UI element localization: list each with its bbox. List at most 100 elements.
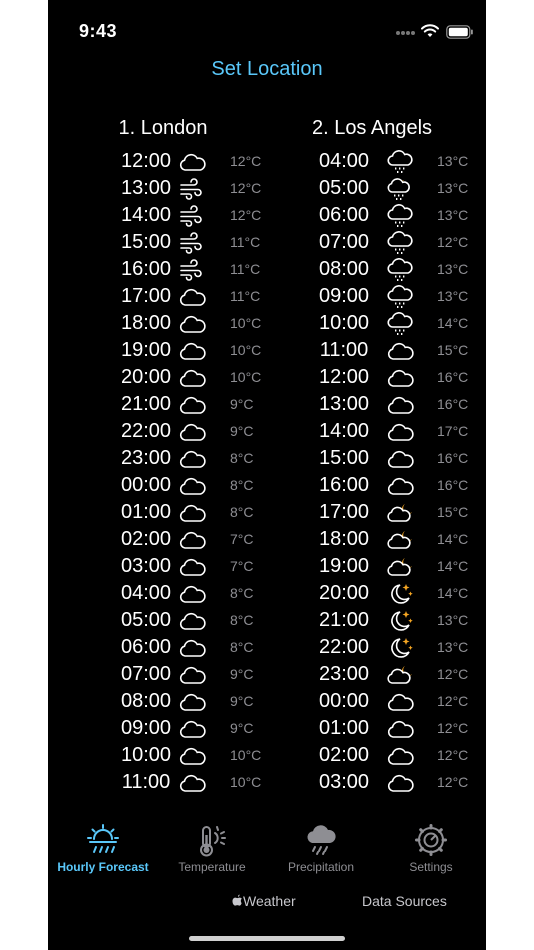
cloud-icon — [387, 370, 414, 387]
hour-temperature: 16°C — [437, 396, 469, 412]
set-location-button[interactable]: Set Location — [48, 58, 486, 81]
cellular-signal-icon — [396, 31, 416, 35]
cloud-icon — [387, 721, 414, 738]
battery-icon — [446, 25, 473, 39]
hour-temperature: 13°C — [437, 288, 469, 304]
cloud-drizzle-icon — [386, 311, 416, 337]
hour-temperature: 14°C — [437, 558, 469, 574]
cloud-drizzle-icon — [387, 150, 413, 173]
hour-time: 18:00 — [318, 528, 370, 550]
hour-temperature: 14°C — [437, 315, 469, 331]
cloud-icon — [386, 716, 416, 742]
hour-temperature: 13°C — [437, 612, 469, 628]
apple-logo-icon — [232, 894, 242, 906]
hourly-row: 18:00 14°C — [48, 526, 486, 553]
cloud-moon-icon — [386, 554, 416, 580]
hourly-row: 16:00 16°C — [48, 472, 486, 499]
cloud-icon — [387, 451, 414, 468]
hour-time: 11:00 — [319, 339, 369, 361]
phone-screen: 9:43 Set Location 1. London 2. Los Angel… — [48, 0, 486, 950]
cloud-moon-rain-icon — [387, 178, 410, 200]
hourly-row: 20:00 14°C — [48, 580, 486, 607]
hourly-row: 23:00 12°C — [48, 661, 486, 688]
cloud-drizzle-icon — [387, 204, 413, 227]
cloud-icon — [387, 478, 414, 495]
hourly-row: 05:00 13°C — [48, 175, 486, 202]
tab-label: Temperature — [178, 860, 246, 874]
hourly-row: 04:00 13°C — [48, 148, 486, 175]
hourly-row: 00:00 12°C — [48, 688, 486, 715]
sun-rain-icon — [87, 824, 119, 853]
hour-time: 06:00 — [318, 204, 370, 226]
hour-time: 10:00 — [318, 312, 370, 334]
hour-temperature: 13°C — [437, 153, 469, 169]
hour-temperature: 16°C — [437, 477, 469, 493]
cloud-moon-icon — [386, 500, 416, 526]
cloud-drizzle-icon — [387, 312, 413, 335]
hourly-row: 17:00 15°C — [48, 499, 486, 526]
data-sources-link[interactable]: Data Sources — [362, 893, 447, 909]
tab-precipitation[interactable]: Precipitation — [266, 818, 376, 878]
apple-weather-attribution-link[interactable]: Weather — [232, 893, 296, 909]
cloud-icon — [387, 748, 414, 765]
cloud-drizzle-icon — [386, 257, 416, 283]
cloud-icon — [386, 770, 416, 796]
cloud-icon — [387, 424, 414, 441]
hourly-row: 14:00 17°C — [48, 418, 486, 445]
hour-time: 13:00 — [318, 393, 370, 415]
moon-stars-icon — [391, 611, 413, 631]
cloud-moon-icon — [386, 662, 416, 688]
cloud-drizzle-icon — [386, 284, 416, 310]
hourly-row: 03:00 12°C — [48, 769, 486, 796]
moon-stars-icon — [386, 608, 416, 634]
tab-hourly-forecast[interactable]: Hourly Forecast — [48, 818, 158, 878]
hour-time: 21:00 — [318, 609, 370, 631]
cloud-moon-icon — [387, 558, 412, 576]
hourly-row: 12:00 16°C — [48, 364, 486, 391]
hour-time: 05:00 — [318, 177, 370, 199]
cloud-icon — [386, 392, 416, 418]
hour-time: 14:00 — [318, 420, 370, 442]
hourly-row: 21:00 13°C — [48, 607, 486, 634]
hourly-row: 15:00 16°C — [48, 445, 486, 472]
location-title-los-angeles: 2. Los Angels — [311, 117, 433, 139]
hourly-row: 08:00 13°C — [48, 256, 486, 283]
cloud-moon-rain-icon — [386, 176, 416, 202]
hour-time: 03:00 — [318, 771, 370, 793]
hourly-row: 01:00 12°C — [48, 715, 486, 742]
moon-stars-icon — [391, 638, 413, 658]
cloud-rain-icon — [307, 825, 336, 855]
hour-temperature: 15°C — [437, 342, 469, 358]
cloud-drizzle-icon — [387, 285, 413, 308]
hour-temperature: 13°C — [437, 261, 469, 277]
tab-settings[interactable]: Settings — [376, 818, 486, 878]
cloud-moon-icon — [387, 504, 412, 522]
hour-time: 09:00 — [318, 285, 370, 307]
hour-time: 17:00 — [318, 501, 370, 523]
hour-time: 01:00 — [318, 717, 370, 739]
hourly-row: 19:00 14°C — [48, 553, 486, 580]
gear-icon — [415, 824, 447, 856]
cloud-icon — [386, 338, 416, 364]
hour-temperature: 16°C — [437, 450, 469, 466]
status-time: 9:43 — [79, 21, 118, 41]
tab-label: Hourly Forecast — [57, 860, 149, 874]
hourly-row: 10:00 14°C — [48, 310, 486, 337]
wifi-icon — [421, 24, 439, 37]
cloud-icon — [386, 365, 416, 391]
hour-time: 08:00 — [318, 258, 370, 280]
cloud-icon — [386, 689, 416, 715]
hourly-row: 07:00 12°C — [48, 229, 486, 256]
moon-stars-icon — [391, 584, 413, 604]
moon-stars-icon — [386, 581, 416, 607]
cloud-drizzle-icon — [387, 258, 413, 281]
hour-temperature: 16°C — [437, 369, 469, 385]
status-bar: 9:43 — [48, 0, 486, 60]
cloud-drizzle-icon — [386, 230, 416, 256]
cloud-icon — [386, 419, 416, 445]
tab-temperature[interactable]: Temperature — [157, 818, 267, 878]
hour-temperature: 12°C — [437, 747, 469, 763]
hourly-row: 11:00 15°C — [48, 337, 486, 364]
hour-time: 20:00 — [318, 582, 370, 604]
hour-temperature: 13°C — [437, 639, 469, 655]
